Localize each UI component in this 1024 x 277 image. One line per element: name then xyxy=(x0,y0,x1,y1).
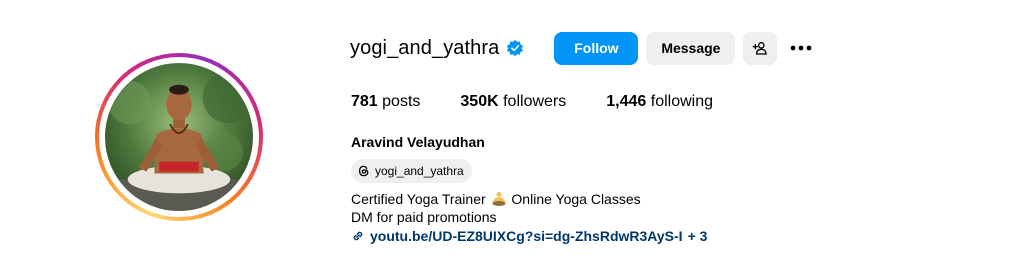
meditation-emoji-icon xyxy=(491,192,506,206)
bio-line-2: DM for paid promotions xyxy=(351,209,497,225)
followers-stat[interactable]: 350K followers xyxy=(460,93,566,111)
verified-badge-icon xyxy=(507,39,524,57)
follow-button[interactable]: Follow xyxy=(554,31,639,65)
followers-label: followers xyxy=(503,93,567,110)
profile-title-row: yogi_and_yathra Follow Message xyxy=(350,30,813,66)
username[interactable]: yogi_and_yathra xyxy=(350,37,499,60)
following-stat[interactable]: 1,446 following xyxy=(606,93,713,111)
bio-text-1b: Online Yoga Classes xyxy=(511,191,641,207)
profile-external-link[interactable]: youtu.be/UD-EZ8UIXCg?si=dg-ZhsRdwR3AyS-I… xyxy=(351,228,707,244)
threads-icon xyxy=(358,165,369,177)
bio-line-1: Certified Yoga Trainer Online Yoga Class… xyxy=(351,191,641,207)
threads-handle: yogi_and_yathra xyxy=(375,164,464,178)
avatar xyxy=(105,63,253,211)
bio-text-1a: Certified Yoga Trainer xyxy=(351,191,486,207)
profile-stats: 781 posts 350K followers 1,446 following xyxy=(351,93,753,111)
add-user-icon xyxy=(753,42,768,55)
full-name: Aravind Velayudhan xyxy=(351,134,485,150)
posts-stat: 781 posts xyxy=(351,93,420,111)
posts-label: posts xyxy=(382,93,421,110)
suggested-users-button[interactable] xyxy=(743,31,778,65)
profile-header: yogi_and_yathra Follow Message 781 posts… xyxy=(0,0,1024,277)
profile-avatar-story-ring[interactable] xyxy=(95,53,263,221)
following-label: following xyxy=(650,93,714,110)
followers-count: 350K xyxy=(460,93,499,110)
following-count: 1,446 xyxy=(606,93,647,110)
message-button[interactable]: Message xyxy=(646,31,736,65)
link-text: youtu.be/UD-EZ8UIXCg?si=dg-ZhsRdwR3AyS-I xyxy=(370,228,683,244)
link-icon xyxy=(353,231,363,241)
posts-count: 781 xyxy=(351,93,378,110)
link-extra-count: + 3 xyxy=(687,228,708,244)
threads-link-chip[interactable]: yogi_and_yathra xyxy=(351,159,472,183)
more-options-icon[interactable] xyxy=(789,36,813,60)
